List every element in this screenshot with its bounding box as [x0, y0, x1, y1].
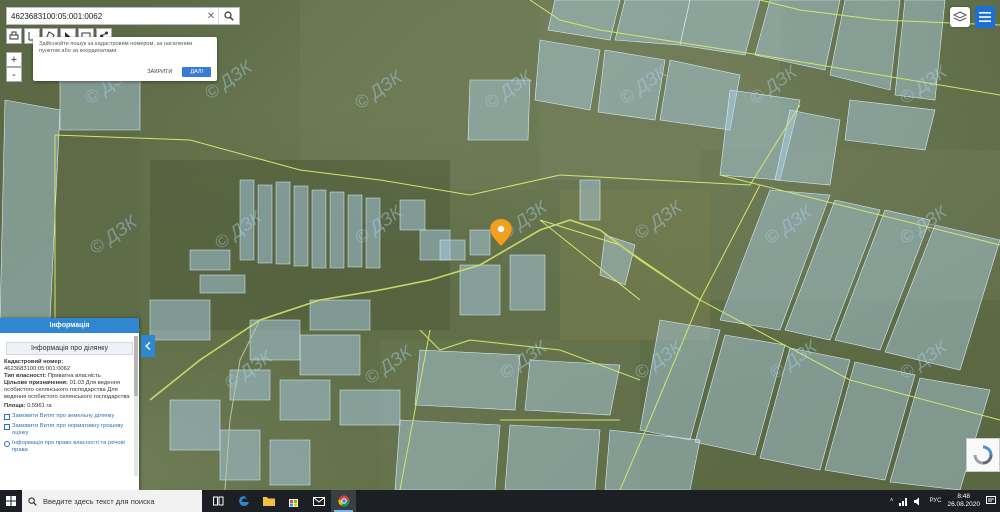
ownership-info-link[interactable]: Інформація про право власності та речові…	[4, 440, 135, 454]
zoom-control: + -	[6, 52, 22, 82]
system-tray: ˄ РУС 8:48 26.08.2020	[890, 490, 1000, 512]
cadastre-value: 4623683100:05:001:0062	[4, 366, 71, 372]
zoom-out-button[interactable]: -	[6, 67, 22, 82]
clock-time: 8:48	[957, 493, 971, 500]
store-bag-icon	[289, 498, 298, 507]
purpose-row: Цільове призначення: 01.03 Для ведення о…	[4, 380, 130, 400]
cadastre-search-bar: ✕	[6, 7, 240, 25]
mail-icon	[312, 496, 325, 506]
hamburger-icon	[979, 12, 991, 22]
print-button[interactable]	[6, 28, 22, 44]
chrome-app[interactable]	[331, 490, 356, 512]
info-icon	[4, 441, 10, 447]
search-button[interactable]	[218, 8, 239, 24]
store-app[interactable]	[281, 490, 306, 512]
windows-taskbar: Введите здесь текст для поиска ˄ РУС 8:4…	[0, 490, 1000, 512]
chevron-left-icon	[145, 342, 151, 350]
layers-icon	[953, 11, 967, 22]
document-icon	[4, 424, 10, 430]
windows-logo-icon	[6, 496, 16, 506]
folder-icon	[262, 497, 275, 506]
language-indicator[interactable]: РУС	[929, 498, 941, 504]
search-input[interactable]	[7, 11, 204, 21]
collapse-panel-button[interactable]	[141, 335, 155, 357]
search-hint-popup: Здійснюйте пошук за кадастровим номером,…	[33, 37, 217, 81]
task-view-icon	[212, 496, 223, 506]
area-row: Площа: 0.5961 га	[4, 403, 52, 409]
order-extract-link[interactable]: Замовити Витяг про земельну ділянку	[4, 413, 135, 420]
edge-app[interactable]	[231, 490, 256, 512]
network-icon[interactable]	[899, 497, 908, 506]
show-hidden-icons[interactable]: ˄	[890, 498, 894, 504]
mail-app[interactable]	[306, 490, 331, 512]
task-view-button[interactable]	[206, 490, 231, 512]
clock-date: 26.08.2020	[947, 501, 980, 508]
cadastre-label: Кадастровий номер:	[4, 359, 64, 365]
order-valuation-link[interactable]: Замовити Витяг про нормативну грошову оц…	[4, 423, 135, 437]
recaptcha-badge[interactable]	[966, 438, 1000, 472]
menu-button[interactable]	[975, 6, 995, 28]
panel-scrollbar[interactable]	[134, 336, 138, 476]
start-button[interactable]	[0, 490, 22, 512]
document-icon	[4, 414, 10, 420]
close-button[interactable]: ЗАКРИТИ	[141, 67, 178, 77]
parcel-info-header: Інформація про ділянку	[6, 342, 133, 355]
search-hint-text: Здійснюйте пошук за кадастровим номером,…	[39, 41, 193, 54]
file-explorer-app[interactable]	[256, 490, 281, 512]
panel-title: Інформація	[0, 318, 139, 333]
taskbar-search-placeholder: Введите здесь текст для поиска	[43, 496, 155, 506]
chrome-icon	[337, 495, 350, 507]
layers-button[interactable]	[950, 7, 970, 27]
clock[interactable]: 8:48 26.08.2020	[947, 493, 980, 509]
search-icon	[28, 496, 37, 506]
zoom-in-button[interactable]: +	[6, 52, 22, 67]
parcel-info-panel: Інформація Інформація про ділянку Кадаст…	[0, 318, 139, 490]
search-icon	[224, 11, 234, 21]
taskbar-search[interactable]: Введите здесь текст для поиска	[22, 490, 202, 512]
volume-icon[interactable]	[914, 497, 923, 506]
clear-icon[interactable]: ✕	[204, 11, 218, 22]
recaptcha-icon	[973, 445, 993, 465]
notifications-icon[interactable]	[986, 496, 996, 506]
printer-icon	[9, 31, 19, 40]
next-button[interactable]: ДАЛІ	[182, 67, 211, 77]
edge-icon	[238, 496, 249, 506]
ownership-row: Тип власності: Приватна власність	[4, 373, 101, 379]
